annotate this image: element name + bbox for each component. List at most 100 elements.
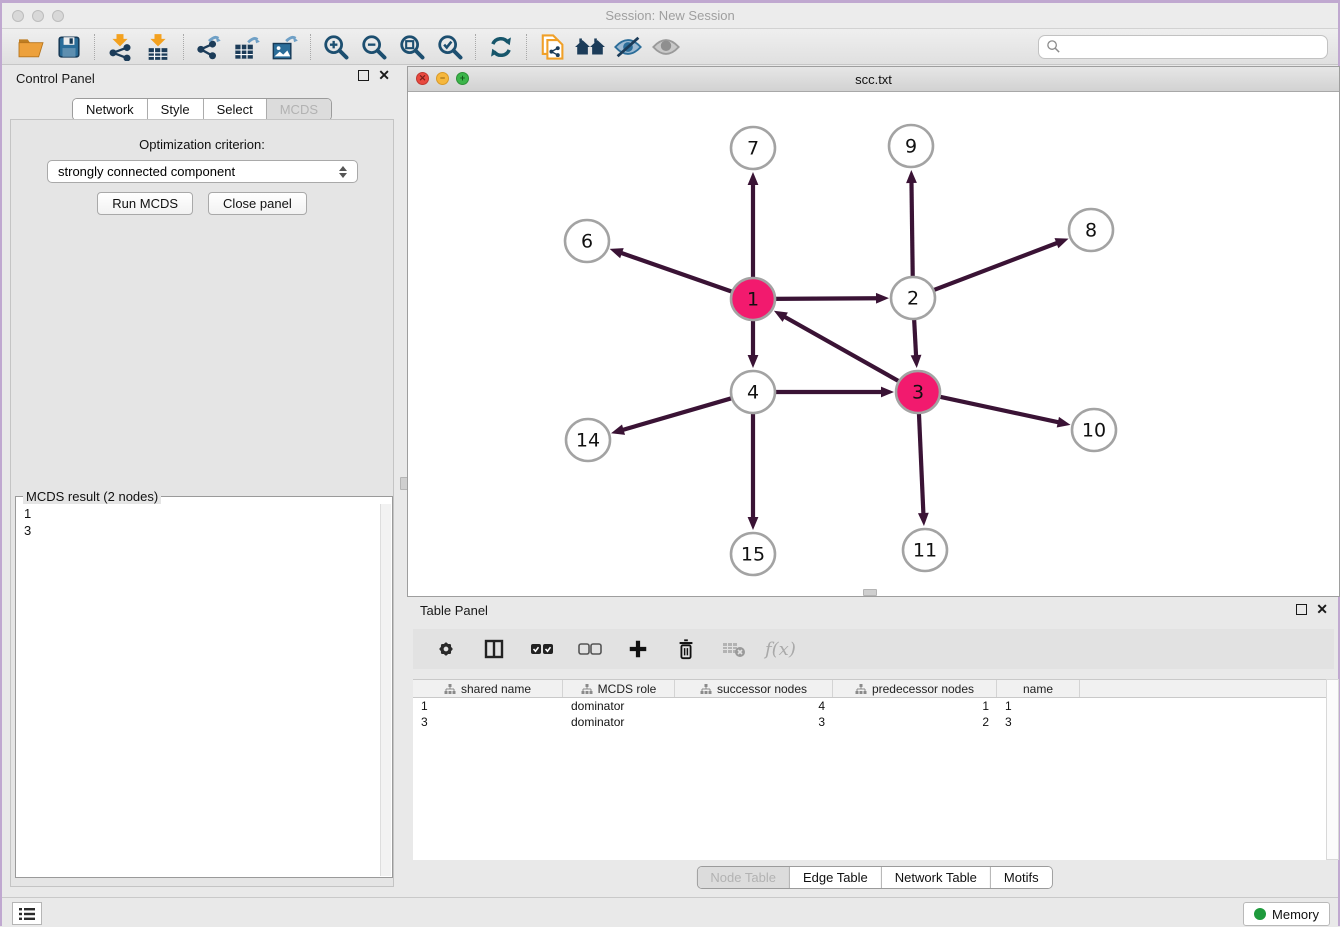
table-cell[interactable]: 2 — [833, 714, 997, 730]
table-cell[interactable]: 3 — [675, 714, 833, 730]
tab-mcds[interactable]: MCDS — [267, 99, 331, 120]
columns-icon — [482, 637, 506, 661]
graph-edge[interactable] — [783, 316, 901, 382]
search-box[interactable] — [1038, 35, 1328, 59]
window-title: Session: New Session — [605, 8, 734, 23]
hide-details-button[interactable] — [609, 32, 647, 62]
column-header[interactable]: predecessor nodes — [833, 680, 997, 697]
table-body[interactable]: 1dominator4113dominator323 — [413, 698, 1326, 860]
graph-edge-arrowhead — [881, 387, 894, 398]
horizontal-splitter-handle[interactable] — [863, 589, 877, 596]
graph-edge[interactable] — [937, 396, 1060, 423]
zoom-in-button[interactable] — [317, 32, 355, 62]
float-table-panel-button[interactable] — [1296, 604, 1307, 615]
duplicate-network-button[interactable] — [533, 32, 571, 62]
save-session-button[interactable] — [50, 32, 88, 62]
graph-edge-arrowhead — [748, 517, 759, 530]
zoom-fit-button[interactable] — [393, 32, 431, 62]
graph-node-label: 1 — [747, 289, 759, 311]
graph-edge[interactable] — [914, 317, 916, 357]
close-panel-button[interactable]: ✕ — [378, 70, 390, 81]
table-cell[interactable]: 3 — [413, 714, 563, 730]
show-details-button[interactable] — [647, 32, 685, 62]
zoom-selected-button[interactable] — [431, 32, 469, 62]
memory-status-icon — [1254, 908, 1266, 920]
graph-edge[interactable] — [622, 397, 735, 430]
table-scrollbar[interactable] — [1326, 679, 1339, 860]
close-network-button[interactable]: ✕ — [416, 72, 429, 85]
network-window-titlebar[interactable]: ✕ − + scc.txt — [408, 67, 1339, 92]
table-cell[interactable]: 3 — [997, 714, 1080, 730]
tab-network[interactable]: Network — [73, 99, 148, 120]
result-scrollbar[interactable] — [380, 504, 391, 876]
minimize-window-button[interactable] — [32, 10, 44, 22]
export-network-icon — [195, 33, 223, 61]
status-bar: Memory — [2, 897, 1338, 927]
search-input[interactable] — [1061, 40, 1320, 54]
task-history-button[interactable] — [12, 902, 42, 925]
tab-motifs[interactable]: Motifs — [991, 867, 1052, 888]
zoom-selected-icon — [436, 33, 464, 61]
maximize-window-button[interactable] — [52, 10, 64, 22]
memory-button[interactable]: Memory — [1243, 902, 1330, 926]
tab-edge-table[interactable]: Edge Table — [790, 867, 882, 888]
close-panel-button[interactable]: Close panel — [208, 192, 307, 215]
column-header[interactable]: successor nodes — [675, 680, 833, 697]
table-cell[interactable]: dominator — [563, 698, 675, 714]
control-panel: Control Panel ✕ Network Style Select MCD… — [2, 65, 402, 897]
column-header[interactable]: shared name — [413, 680, 563, 697]
maximize-network-button[interactable]: + — [456, 72, 469, 85]
tab-style[interactable]: Style — [148, 99, 204, 120]
graph-edge-arrowhead — [748, 355, 759, 368]
close-window-button[interactable] — [12, 10, 24, 22]
graph-edge[interactable] — [620, 253, 735, 293]
function-builder-button: f(x) — [765, 639, 796, 660]
unselect-all-columns-button[interactable] — [573, 636, 607, 662]
first-neighbors-button[interactable] — [571, 32, 609, 62]
table-row[interactable]: 1dominator411 — [413, 698, 1326, 714]
table-cell[interactable]: dominator — [563, 714, 675, 730]
table-cell[interactable]: 1 — [413, 698, 563, 714]
select-all-columns-button[interactable] — [525, 636, 559, 662]
mcds-result-values[interactable]: 1 3 — [24, 505, 31, 539]
column-header[interactable]: name — [997, 680, 1080, 697]
criterion-select[interactable]: strongly connected component — [47, 160, 358, 183]
show-column-button[interactable] — [477, 636, 511, 662]
delete-column-button[interactable] — [669, 636, 703, 662]
run-mcds-button[interactable]: Run MCDS — [97, 192, 193, 215]
toolbar-separator — [310, 34, 311, 60]
export-network-button[interactable] — [190, 32, 228, 62]
export-table-button[interactable] — [228, 32, 266, 62]
graph-edge[interactable] — [772, 298, 878, 299]
import-table-button[interactable] — [139, 32, 177, 62]
float-panel-button[interactable] — [358, 70, 369, 81]
tab-select[interactable]: Select — [204, 99, 267, 120]
table-tabs: Node Table Edge Table Network Table Moti… — [696, 866, 1052, 889]
table-cell[interactable]: 1 — [997, 698, 1080, 714]
open-file-button[interactable] — [12, 32, 50, 62]
table-row[interactable]: 3dominator323 — [413, 714, 1326, 730]
zoom-out-button[interactable] — [355, 32, 393, 62]
graph-edge[interactable] — [919, 411, 924, 515]
attribute-icon — [444, 683, 456, 695]
mcds-panel: Optimization criterion: strongly connect… — [10, 119, 394, 887]
close-table-panel-button[interactable]: ✕ — [1316, 604, 1328, 615]
create-column-button[interactable] — [621, 636, 655, 662]
toolbar-separator — [526, 34, 527, 60]
tab-node-table[interactable]: Node Table — [697, 867, 790, 888]
first-neighbors-icon — [574, 33, 606, 61]
network-graph[interactable]: 1234678910111415 — [408, 92, 1339, 596]
column-header[interactable]: MCDS role — [563, 680, 675, 697]
export-image-button[interactable] — [266, 32, 304, 62]
graph-edge[interactable] — [931, 242, 1059, 291]
refresh-button[interactable] — [482, 32, 520, 62]
table-cell[interactable]: 1 — [833, 698, 997, 714]
table-options-button[interactable] — [429, 636, 463, 662]
minimize-network-button[interactable]: − — [436, 72, 449, 85]
import-network-button[interactable] — [101, 32, 139, 62]
zoom-fit-icon — [398, 33, 426, 61]
graph-edge[interactable] — [911, 181, 912, 279]
save-session-icon — [56, 34, 82, 60]
table-cell[interactable]: 4 — [675, 698, 833, 714]
tab-network-table[interactable]: Network Table — [882, 867, 991, 888]
